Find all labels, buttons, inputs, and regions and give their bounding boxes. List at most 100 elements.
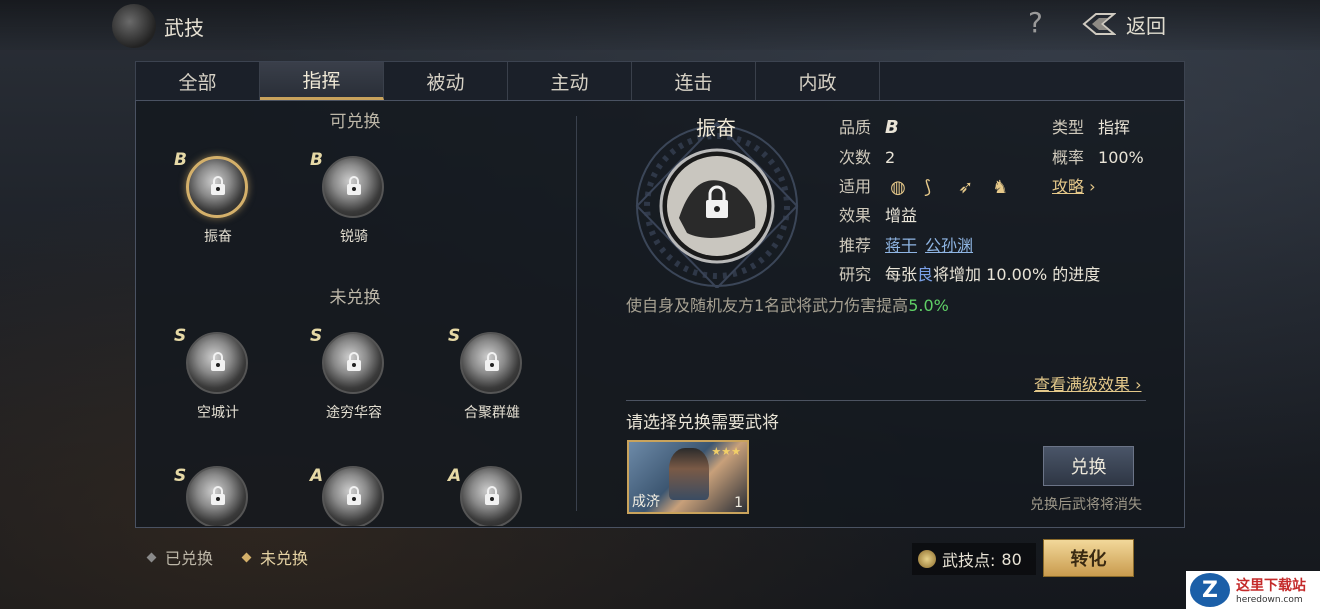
lock-icon [347, 352, 361, 371]
exchange-note: 兑换后武将将消失 [1030, 497, 1142, 513]
count-label: 次数 [839, 148, 872, 167]
rate-label: 概率 [1052, 148, 1085, 167]
skill-item[interactable]: S 合聚群雄 [442, 326, 542, 432]
skill-item[interactable]: B 振奋 [168, 150, 268, 256]
star-rating: ★★★ [711, 445, 741, 458]
help-button[interactable]: ? [1028, 6, 1043, 39]
skill-grade: S [174, 326, 187, 346]
quality-label: 品质 [839, 118, 872, 137]
chevron-right-icon: › [1084, 177, 1096, 196]
exchange-prompt: 请选择兑换需要武将 [626, 413, 779, 433]
guide-link[interactable]: 攻略 › [1052, 173, 1096, 197]
general-card[interactable]: ★★★ 成济 1 [627, 440, 749, 514]
category-tabs: 全部 指挥 被动 主动 连击 内政 [135, 61, 1185, 100]
skill-large-icon [635, 121, 799, 288]
skill-detail-name: 振奋 [696, 116, 736, 140]
skill-item[interactable]: S [168, 466, 268, 526]
convert-button[interactable]: 转化 [1043, 539, 1134, 577]
full-level-effect-label: 查看满级效果 [1034, 375, 1131, 394]
page-title: 武技 [164, 16, 204, 40]
back-arrow-icon [1082, 13, 1116, 35]
skill-points-value: 80 [1001, 549, 1022, 569]
type-value: 指挥 [1098, 118, 1131, 137]
skill-emblem-icon [112, 4, 156, 48]
count-row: 次数 2 [839, 144, 895, 168]
recommend-row: 推荐 蒋干 公孙渊 [839, 232, 981, 256]
type-label: 类型 [1052, 118, 1085, 137]
tab-combo[interactable]: 连击 [632, 62, 756, 100]
skill-description: 使自身及随机友方1名武将武力伤害提高5.0% [626, 292, 949, 316]
skill-item[interactable]: A [304, 466, 404, 526]
effect-label: 效果 [839, 206, 872, 225]
legend-exchanged: 已兑换 [146, 545, 214, 569]
type-row: 类型 指挥 [1052, 114, 1130, 138]
skill-name: 合聚群雄 [464, 405, 520, 421]
skill-grade: S [448, 326, 461, 346]
skill-item[interactable]: S 途穷华容 [304, 326, 404, 432]
skill-name: 空城计 [197, 405, 239, 421]
shield-icon: ◍ [890, 176, 906, 198]
lock-icon [211, 176, 225, 195]
tab-domestic[interactable]: 内政 [756, 62, 880, 100]
spear-icon: ➶ [958, 176, 974, 198]
general-count: 1 [734, 495, 743, 511]
research-text-1: 每张 [885, 265, 918, 284]
research-label: 研究 [839, 265, 872, 284]
skill-item[interactable]: A [442, 466, 542, 526]
lock-icon [211, 352, 225, 371]
skill-grade: S [310, 326, 323, 346]
quality-value: B [885, 117, 899, 138]
full-level-effect-link[interactable]: 查看满级效果 › [1034, 371, 1142, 395]
tab-all[interactable]: 全部 [136, 62, 260, 100]
watermark-url: heredown.com [1236, 595, 1303, 605]
description-text: 使自身及随机友方1名武将武力伤害提高 [626, 296, 909, 315]
skill-grade: S [174, 466, 187, 486]
research-highlight: 良 [917, 265, 934, 284]
guide-label: 攻略 [1052, 177, 1085, 196]
recommend-general-link[interactable]: 公孙渊 [925, 236, 973, 255]
diamond-icon [241, 552, 252, 562]
quality-row: 品质 B [839, 114, 899, 138]
tab-active[interactable]: 主动 [508, 62, 632, 100]
back-button[interactable]: 返回 [1082, 8, 1192, 40]
skill-item[interactable]: S 空城计 [168, 326, 268, 432]
count-value: 2 [885, 148, 896, 167]
legend-exchanged-label: 已兑换 [165, 549, 214, 568]
detail-divider [626, 400, 1146, 401]
skill-grade: A [448, 466, 462, 486]
lock-icon [485, 486, 499, 505]
general-portrait [669, 448, 709, 500]
diamond-icon [146, 552, 157, 562]
bow-icon: ⟆ [924, 176, 932, 198]
legend-not-exchanged: 未兑换 [241, 545, 309, 569]
skill-name: 振奋 [204, 229, 232, 245]
effect-row: 效果 增益 [839, 202, 917, 226]
coin-icon [918, 550, 936, 568]
rate-row: 概率 100% [1052, 144, 1144, 168]
skill-grade: B [310, 150, 323, 170]
tab-passive[interactable]: 被动 [384, 62, 508, 100]
skill-grade: B [174, 150, 187, 170]
lock-icon [347, 486, 361, 505]
lock-icon [211, 486, 225, 505]
skill-grade: A [310, 466, 324, 486]
panel-divider [576, 116, 577, 511]
lock-icon [347, 176, 361, 195]
tab-command[interactable]: 指挥 [260, 62, 384, 100]
recommend-general-link[interactable]: 蒋干 [885, 236, 917, 255]
skill-item[interactable]: B 锐骑 [304, 150, 404, 256]
general-name: 成济 [632, 494, 660, 510]
watermark-logo: Z [1190, 573, 1230, 607]
back-label: 返回 [1126, 13, 1166, 38]
legend-not-exchanged-label: 未兑换 [260, 549, 309, 568]
exchangeable-section-title: 可兑换 [329, 112, 381, 132]
chevron-right-icon: › [1130, 375, 1142, 394]
skill-points-label: 武技点: [942, 551, 996, 570]
not-exchanged-section-title: 未兑换 [329, 288, 381, 308]
watermark: Z 这里下载站 heredown.com [1186, 571, 1320, 609]
description-value: 5.0% [908, 296, 949, 315]
exchange-button[interactable]: 兑换 [1043, 446, 1134, 486]
rate-value: 100% [1098, 148, 1144, 167]
lock-icon [485, 352, 499, 371]
skill-points: 武技点: 80 [912, 543, 1036, 575]
